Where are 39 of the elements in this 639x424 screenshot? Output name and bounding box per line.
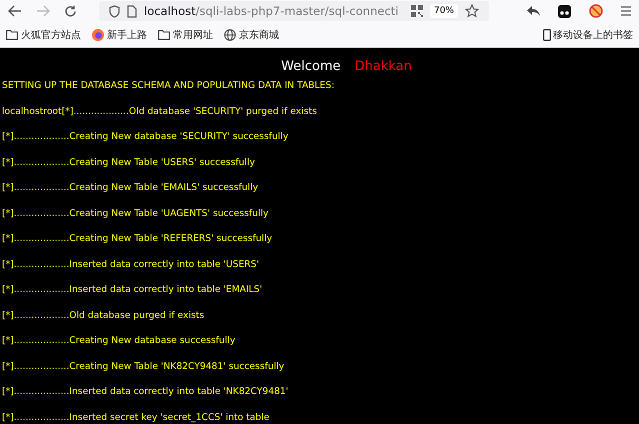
menu-icon[interactable] [621,6,631,16]
globe-icon [224,28,236,40]
log-line: [*]...................Creating New Table 'NK82CY9481' successfully [1,360,286,374]
bookmark-item[interactable]: 常用网址 [158,28,213,42]
page-icon [127,4,137,18]
log-line: [*]...................Creating New Table 'REFERERS' successfully [1,233,274,246]
log-line: [*]...................Inserted data correctly into table 'USERS' [1,258,260,272]
reload-icon[interactable] [64,4,77,18]
undo-arrow-icon[interactable] [527,6,540,16]
log-line: [*]...................Inserted data correctly into table 'EMAILS' [1,284,264,297]
setup-heading: SETTING UP THE DATABASE SCHEMA AND POPULATING DATA IN TABLES: [1,80,336,93]
bookmark-item[interactable]: 新手上路 [92,28,147,42]
folder-icon [158,30,170,40]
log-line: localhostroot[*]...................Old database 'SECURITY' purged if exists [1,106,318,118]
log-line: [*]...................Creating New Table 'USERS' successfully [1,156,256,170]
blocked-icon[interactable] [589,4,603,18]
log-line: [*]...................Creating New Table 'UAGENTS' successfully [1,208,270,220]
user-name: Dhakkan [354,59,412,74]
welcome-text: Welcome [281,59,341,74]
log-line: [*]...................Creating New database successfully [1,335,236,348]
url-text: localhost/sqli-labs-php7-master/sql-connecti [144,4,400,18]
log-line: [*]...................Old database purged if exists [1,310,206,322]
zoom-level[interactable]: 70% [430,4,458,18]
qr-code-icon[interactable] [410,5,423,17]
back-icon[interactable] [8,5,22,17]
phone-icon [543,28,551,40]
shield-icon [109,4,120,18]
log-line: [*]...................Creating New Table 'EMAILS' successfully [1,182,260,195]
firefox-icon [92,28,104,40]
log-line: [*]...................Creating New database 'SECURITY' successfully [1,131,290,144]
log-line: [*]...................Inserted secret key 'secret_1CCS' into table [1,412,270,424]
log-line: [*]...................Inserted data correctly into table 'NK82CY9481' [1,386,290,399]
address-bar[interactable]: localhost/sqli-labs-php7-master/sql-connecti 70% [99,1,489,21]
star-icon[interactable] [465,4,479,18]
bookmark-item[interactable]: 火狐官方站点 [6,28,81,42]
bookmark-item[interactable]: 京东商城 [224,28,279,42]
folder-icon [6,30,18,40]
extension-icon[interactable] [558,4,571,18]
mobile-bookmarks[interactable]: 移动设备上的书签 [543,28,633,42]
